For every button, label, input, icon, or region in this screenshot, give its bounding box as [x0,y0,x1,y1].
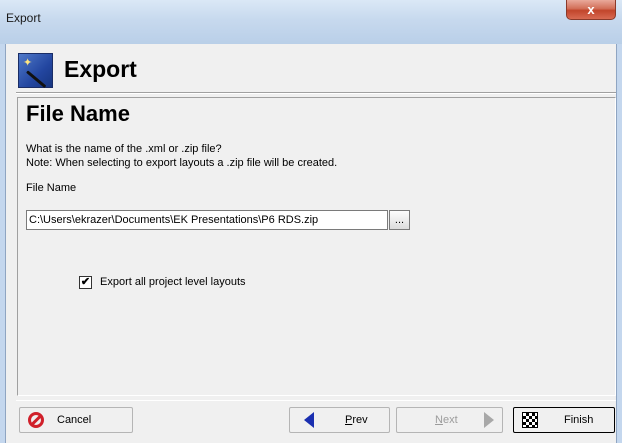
next-button-label: Next [435,414,458,426]
arrow-right-icon [484,412,494,428]
dialog-header-title: Export [64,56,137,82]
prev-button[interactable]: Prev [289,407,390,433]
wand-shape [26,70,47,89]
window-border-right [617,44,622,443]
checkered-flag-icon [522,412,538,428]
window-title: Export [6,11,41,25]
cancel-button-label: Cancel [57,414,92,426]
finish-button[interactable]: Finish [513,407,615,433]
file-name-label: File Name [26,182,77,194]
title-bar: Export x [0,0,622,45]
browse-button[interactable]: ... [389,210,410,230]
header-divider-highlight [16,93,616,94]
sparkle-icon: ✦ [23,57,33,69]
description-line-2: Note: When selecting to export layouts a… [26,157,338,169]
page-title: File Name [26,101,130,126]
prev-button-label: Prev [345,414,368,426]
footer-divider [16,400,616,401]
content-panel [17,97,616,396]
finish-button-label: Finish [564,414,594,426]
wizard-wand-icon: ✦ [18,53,53,89]
close-button[interactable]: x [566,0,616,20]
export-layouts-checkbox[interactable]: ✔ [79,276,92,289]
cancel-button[interactable]: Cancel [19,407,133,433]
export-layouts-label[interactable]: Export all project level layouts [100,276,246,288]
next-button[interactable]: Next [396,407,503,433]
cancel-icon [28,412,44,428]
description-line-1: What is the name of the .xml or .zip fil… [26,143,222,155]
arrow-left-icon [304,412,314,428]
file-name-field[interactable] [26,210,388,230]
